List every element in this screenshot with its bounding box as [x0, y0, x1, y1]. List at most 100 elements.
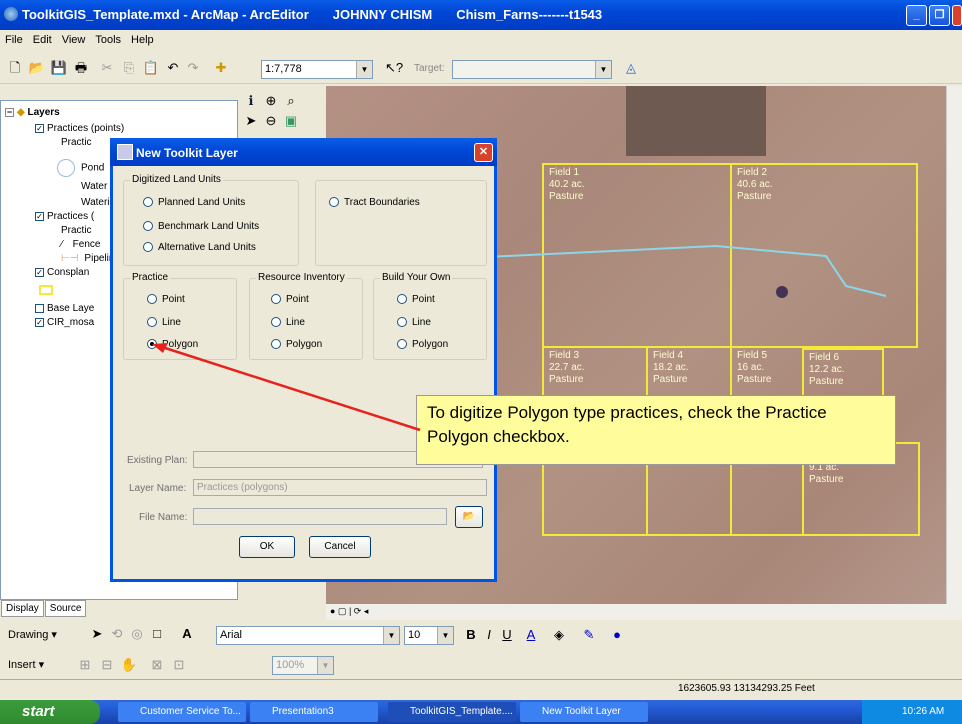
copy-icon[interactable]: ⎘: [120, 59, 138, 77]
font-size-combo[interactable]: 10 ▼: [404, 626, 454, 645]
chevron-down-icon[interactable]: ▼: [383, 627, 399, 644]
resource-point-radio[interactable]: Point: [271, 294, 309, 305]
drawing-menu[interactable]: Drawing ▾: [8, 628, 57, 641]
add-data-icon[interactable]: ✚: [212, 59, 230, 77]
checkbox-icon[interactable]: [35, 303, 44, 313]
underline-button[interactable]: U: [498, 626, 516, 644]
benchmark-land-units-radio[interactable]: Benchmark Land Units: [143, 221, 259, 232]
text-icon[interactable]: A: [178, 625, 196, 643]
resource-line-radio[interactable]: Line: [271, 317, 305, 328]
zoom-out-icon[interactable]: ⊖: [262, 112, 280, 130]
standard-toolbar: 🗋 📂 💾 🖶 ✂ ⎘ 📋 ↶ ↷ ✚ 1:7,778 ▼ ↖? Target: …: [0, 56, 962, 84]
select-arrow-icon[interactable]: ➤: [242, 112, 260, 130]
practice-point-radio[interactable]: Point: [147, 294, 185, 305]
toc-item[interactable]: ✓ Consplan: [35, 267, 89, 278]
select-elements-icon[interactable]: ➤: [88, 625, 106, 643]
paste-icon[interactable]: 📋: [142, 59, 160, 77]
checkbox-icon[interactable]: ✓: [35, 267, 44, 277]
chevron-down-icon[interactable]: ▼: [437, 627, 453, 644]
start-button[interactable]: start: [0, 700, 100, 724]
editor-icon[interactable]: ◬: [622, 59, 640, 77]
toc-item: Pond: [57, 159, 104, 177]
minimize-button[interactable]: _: [906, 5, 927, 26]
build-polygon-radio[interactable]: Polygon: [397, 339, 448, 350]
menu-file[interactable]: File: [0, 31, 28, 49]
font-combo[interactable]: Arial ▼: [216, 626, 400, 645]
new-doc-icon[interactable]: 🗋: [6, 59, 24, 77]
new-toolkit-layer-dialog: New Toolkit Layer ✕ Digitized Land Units…: [110, 138, 497, 582]
scale-combo[interactable]: 1:7,778 ▼: [261, 60, 373, 79]
taskbar-item[interactable]: Presentation3: [250, 702, 378, 722]
font-color-icon[interactable]: A: [522, 626, 540, 644]
browse-folder-button[interactable]: 📂: [455, 506, 483, 528]
zoom-out-layout-icon[interactable]: ⊟: [98, 656, 116, 674]
menu-help[interactable]: Help: [126, 31, 159, 49]
group-label: Resource Inventory: [256, 272, 347, 283]
tract-boundaries-radio[interactable]: Tract Boundaries: [329, 197, 420, 208]
map-tool-icon[interactable]: ▣: [282, 112, 300, 130]
layout-zoom-combo[interactable]: 100% ▼: [272, 656, 334, 675]
collapse-icon[interactable]: −: [5, 107, 14, 117]
chevron-down-icon[interactable]: ▼: [356, 61, 372, 78]
build-line-radio[interactable]: Line: [397, 317, 431, 328]
menu-edit[interactable]: Edit: [28, 31, 57, 49]
close-button[interactable]: [952, 5, 962, 26]
open-folder-icon[interactable]: 📂: [28, 59, 46, 77]
zoom-in-layout-icon[interactable]: ⊞: [76, 656, 94, 674]
build-point-radio[interactable]: Point: [397, 294, 435, 305]
insert-menu[interactable]: Insert ▾: [8, 658, 44, 671]
toc-item[interactable]: ✓ CIR_mosa: [35, 317, 94, 328]
redo-icon[interactable]: ↷: [184, 59, 202, 77]
restore-button[interactable]: ❐: [929, 5, 950, 26]
file-name-field[interactable]: [193, 508, 447, 525]
full-extent-icon[interactable]: ⊠: [148, 656, 166, 674]
taskbar-item[interactable]: New Toolkit Layer: [520, 702, 648, 722]
alternative-land-units-radio[interactable]: Alternative Land Units: [143, 242, 256, 253]
taskbar-item[interactable]: Customer Service To...: [118, 702, 246, 722]
chevron-down-icon[interactable]: ▼: [317, 657, 333, 674]
toc-item[interactable]: ✓ Practices (points): [35, 123, 124, 134]
zoom-whole-page-icon[interactable]: ◎: [128, 625, 146, 643]
fixed-zoom-in-icon[interactable]: ⊡: [170, 656, 188, 674]
layer-name-field[interactable]: Practices (polygons): [193, 479, 487, 496]
tab-display[interactable]: Display: [1, 600, 44, 617]
fill-color-icon[interactable]: ◈: [550, 626, 568, 644]
map-vertical-scrollbar[interactable]: [946, 86, 962, 604]
identify-icon[interactable]: ℹ: [242, 92, 260, 110]
resource-polygon-radio[interactable]: Polygon: [271, 339, 322, 350]
bold-button[interactable]: B: [462, 626, 480, 644]
cut-icon[interactable]: ✂: [98, 59, 116, 77]
rectangle-icon[interactable]: □: [148, 625, 166, 643]
planned-land-units-radio[interactable]: Planned Land Units: [143, 197, 245, 208]
practice-line-radio[interactable]: Line: [147, 317, 181, 328]
cancel-button[interactable]: Cancel: [309, 536, 371, 558]
menu-view[interactable]: View: [57, 31, 91, 49]
dialog-close-button[interactable]: ✕: [474, 143, 493, 162]
layout-view-icon[interactable]: ● ▢ | ⟳ ◂: [330, 606, 368, 617]
undo-icon[interactable]: ↶: [164, 59, 182, 77]
map-horizontal-scrollbar[interactable]: ● ▢ | ⟳ ◂: [326, 604, 962, 620]
toc-item[interactable]: ✓ Practices (: [35, 211, 94, 222]
taskbar-item[interactable]: ToolkitGIS_Template....: [388, 702, 516, 722]
checkbox-icon[interactable]: ✓: [35, 123, 44, 133]
zoom-in-icon[interactable]: ⊕: [262, 92, 280, 110]
tab-source[interactable]: Source: [44, 600, 87, 617]
save-icon[interactable]: 💾: [50, 59, 68, 77]
target-combo[interactable]: ▼: [452, 60, 612, 79]
line-color-icon[interactable]: ✎: [580, 626, 598, 644]
pan-layout-icon[interactable]: ✋: [120, 656, 138, 674]
italic-button[interactable]: I: [480, 626, 498, 644]
rotate-icon[interactable]: ⟲: [108, 625, 126, 643]
chevron-down-icon[interactable]: ▼: [595, 61, 611, 78]
menu-tools[interactable]: Tools: [90, 31, 126, 49]
ok-button[interactable]: OK: [239, 536, 295, 558]
toc-item[interactable]: Base Laye: [35, 303, 94, 314]
print-icon[interactable]: 🖶: [72, 59, 90, 77]
marker-color-icon[interactable]: ●: [608, 626, 626, 644]
checkbox-icon[interactable]: ✓: [35, 317, 44, 327]
practice-polygon-radio[interactable]: Polygon: [147, 339, 198, 350]
whats-this-icon[interactable]: ↖?: [385, 59, 403, 77]
toc-root[interactable]: − ◆ Layers: [5, 107, 60, 118]
find-icon[interactable]: ⌕: [282, 92, 300, 110]
checkbox-icon[interactable]: ✓: [35, 211, 44, 221]
